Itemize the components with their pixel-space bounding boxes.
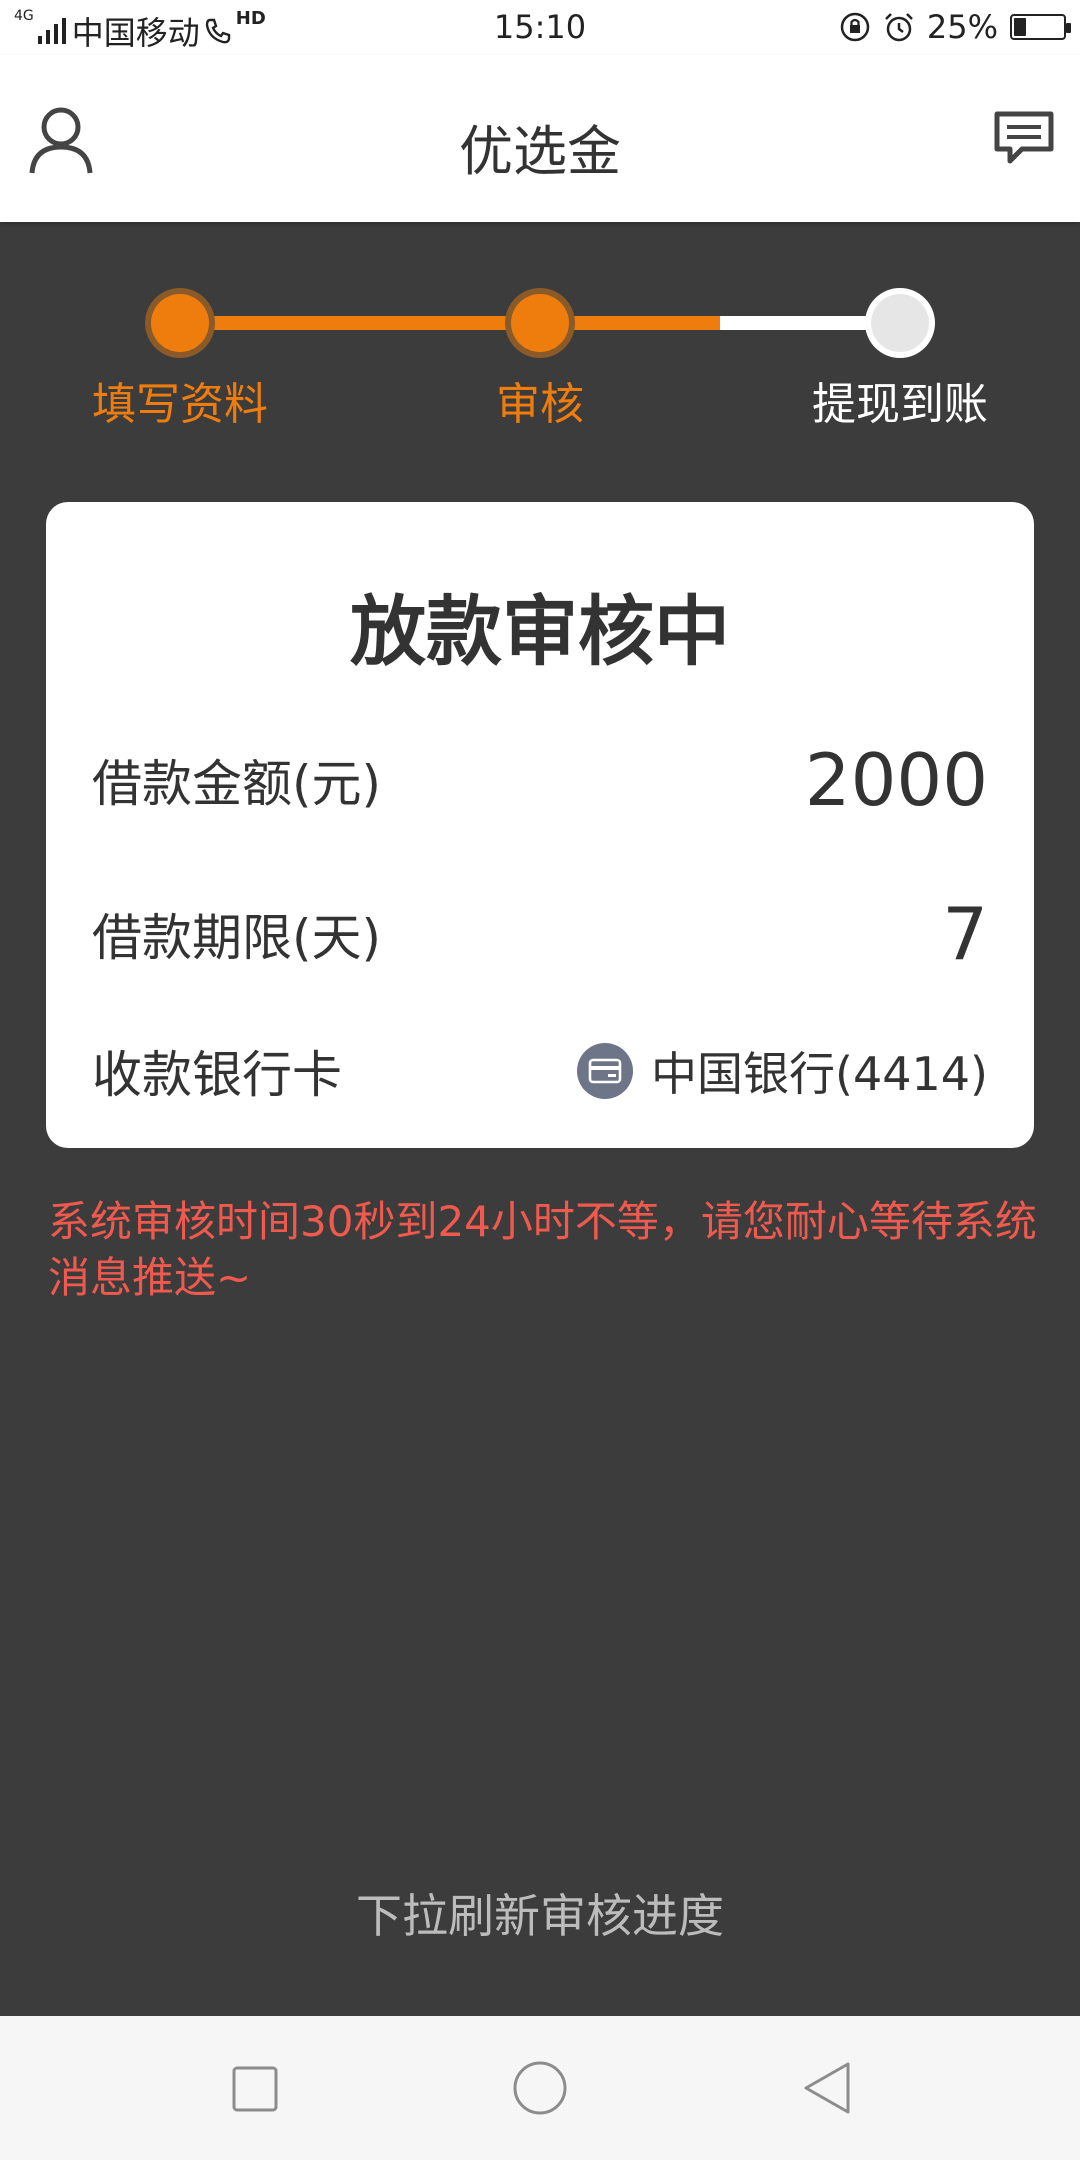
bank-card-value-group: 中国银行(4414) bbox=[577, 1038, 988, 1104]
progress-stepper: 填写资料 审核 提现到账 bbox=[0, 290, 1080, 430]
app-header: 优选金 bbox=[0, 55, 1080, 222]
bank-card-icon bbox=[577, 1043, 634, 1099]
loan-term-label: 借款期限(天) bbox=[92, 909, 382, 967]
page: 4G 中国移动 HD 15:10 25% 优选金 填写资料 审核 提现到账 放款… bbox=[0, 0, 1080, 2160]
step-dot-fill-info bbox=[151, 294, 209, 352]
pull-to-refresh-hint: 下拉刷新审核进度 bbox=[356, 1889, 724, 1943]
progress-track-fill bbox=[180, 316, 720, 330]
message-icon bbox=[994, 111, 1054, 164]
step-label-fill-info: 填写资料 bbox=[92, 379, 268, 430]
loan-term-row: 借款期限(天) 7 bbox=[92, 884, 988, 984]
loan-status-card: 放款审核中 借款金额(元) 2000 借款期限(天) 7 收款银行卡 中国银行(… bbox=[46, 502, 1034, 1148]
loan-term-value: 7 bbox=[942, 892, 988, 976]
step-dot-review bbox=[511, 294, 569, 352]
bank-card-label: 收款银行卡 bbox=[92, 1046, 342, 1104]
alarm-icon bbox=[884, 13, 913, 42]
rotation-lock-icon bbox=[840, 12, 870, 42]
loan-amount-row: 借款金额(元) 2000 bbox=[92, 730, 988, 830]
home-button[interactable] bbox=[508, 2056, 572, 2120]
battery-icon bbox=[1010, 14, 1071, 40]
page-title: 优选金 bbox=[459, 120, 621, 183]
step-label-review: 审核 bbox=[496, 379, 584, 430]
battery-percent: 25% bbox=[926, 8, 998, 46]
bank-card-row: 收款银行卡 中国银行(4414) bbox=[92, 1026, 988, 1116]
card-title: 放款审核中 bbox=[350, 587, 730, 676]
status-right: 25% bbox=[839, 8, 1071, 46]
loan-amount-value: 2000 bbox=[804, 738, 988, 822]
recents-button[interactable] bbox=[222, 2056, 286, 2120]
square-icon bbox=[232, 2066, 278, 2112]
status-bar: 4G 中国移动 HD 15:10 25% bbox=[0, 0, 1080, 55]
bank-card-value: 中国银行(4414) bbox=[651, 1047, 988, 1101]
triangle-back-icon bbox=[804, 2062, 850, 2114]
system-nav-bar bbox=[0, 2016, 1080, 2160]
battery-fill bbox=[1014, 18, 1026, 36]
back-button[interactable] bbox=[796, 2056, 860, 2120]
step-label-withdraw: 提现到账 bbox=[812, 379, 988, 430]
step-dot-withdraw bbox=[871, 294, 929, 352]
message-button[interactable] bbox=[992, 109, 1056, 169]
loan-amount-label: 借款金额(元) bbox=[92, 755, 382, 813]
review-notice-text: 系统审核时间30秒到24小时不等，请您耐心等待系统消息推送~ bbox=[48, 1197, 1037, 1302]
circle-icon bbox=[513, 2061, 567, 2115]
